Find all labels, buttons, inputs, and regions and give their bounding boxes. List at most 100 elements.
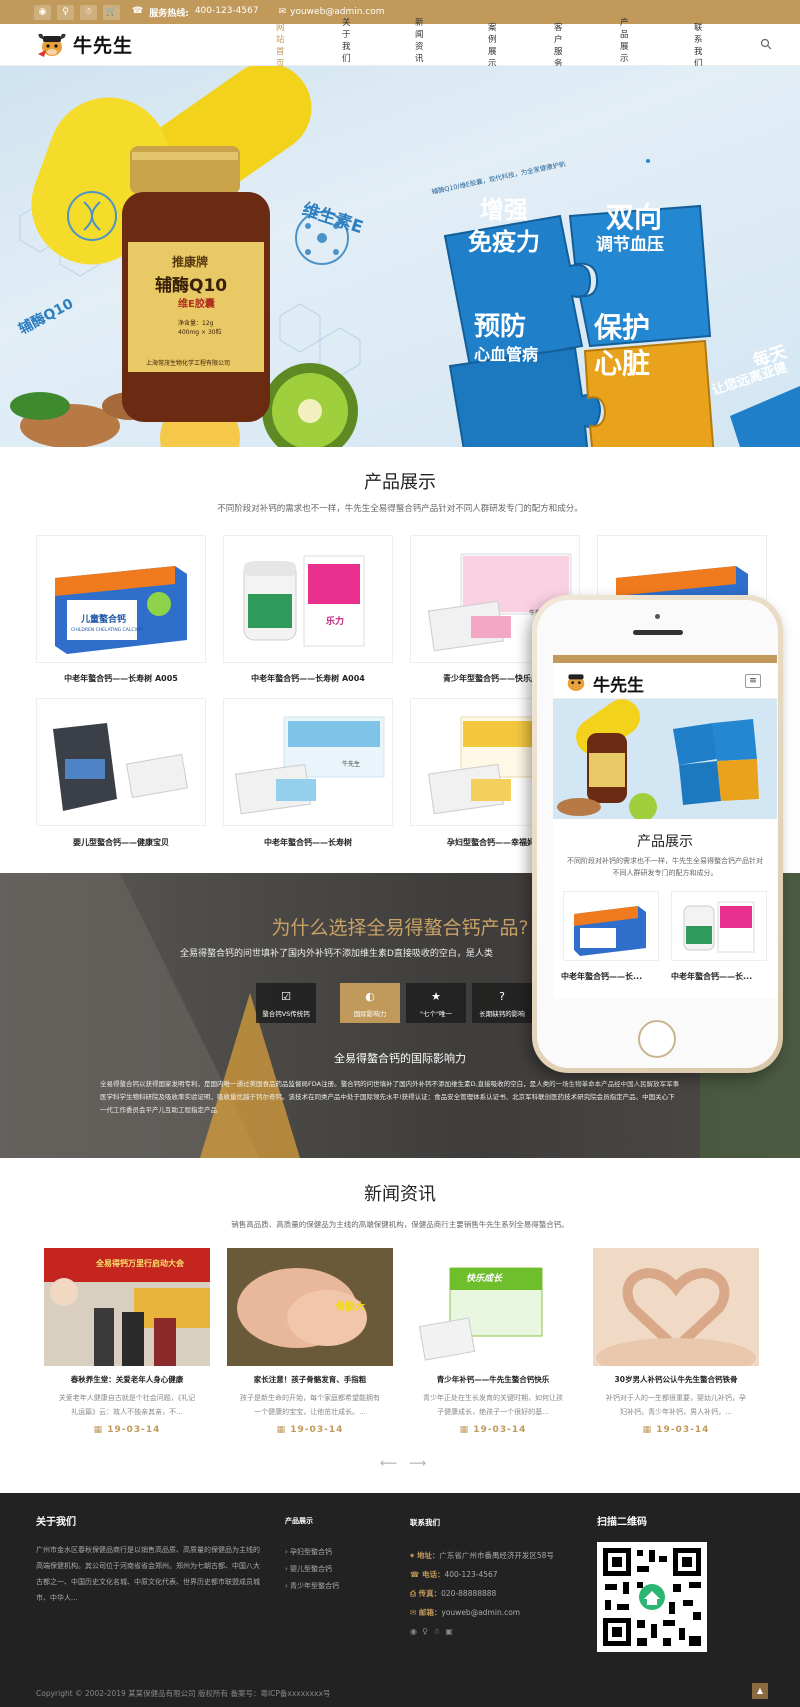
- tab-chelate-vs-traditional[interactable]: ☑ 螯合钙VS传统钙: [256, 983, 316, 1023]
- hero-banner[interactable]: 推康牌 辅酶Q10 维E胶囊 净含量：12g 400mg × 30粒 上海常茂生…: [0, 66, 800, 447]
- topbar-email-text[interactable]: youweb@admin.com: [290, 7, 384, 17]
- contact-value: 广东省广州市番禺经济开发区58号: [439, 1551, 554, 1560]
- puzzle-4a: 保护: [594, 311, 651, 344]
- product-card-5[interactable]: [36, 698, 206, 826]
- footer-about-title: 关于我们: [36, 1517, 76, 1528]
- phone-icon: ☎: [132, 5, 144, 16]
- phone-product-card-1[interactable]: [563, 891, 659, 961]
- news-card-1[interactable]: 全易得钙万里行启动大会 春秋养生堂：关爱老年人身心健康 关爱老年人健康自古就是个…: [44, 1248, 210, 1435]
- banner-art: [10, 66, 800, 447]
- hotline-label: 服务热线:: [149, 8, 189, 19]
- puzzle-1b: 免疫力: [468, 228, 540, 256]
- qq-icon[interactable]: ☃: [80, 4, 97, 20]
- product-name-5[interactable]: 婴儿型螯合钙——健康宝贝: [36, 837, 206, 848]
- search-icon[interactable]: [760, 38, 772, 50]
- phone-screen: 牛先生 ≡ 产品展示 不同阶段对补钙的需求也不一样，牛先生全易得螯合钙产品针对不…: [553, 655, 777, 999]
- phone-product-name-2[interactable]: 中老年螯合钙——长...: [671, 971, 771, 982]
- nav-cases[interactable]: 案例展示: [488, 21, 497, 69]
- nav-contact[interactable]: 联系我们: [694, 21, 703, 69]
- weibo-icon[interactable]: ◉: [34, 4, 51, 20]
- news-image-caption: 快乐成长: [466, 1274, 503, 1284]
- nav-home[interactable]: 网站首页: [276, 21, 285, 69]
- contact-value: 400-123-4567: [444, 1570, 498, 1579]
- news-excerpt-1: 关爱老年人健康自古就是个社会问题，《礼记礼运篇》云：故人不独亲其亲，不...: [58, 1394, 196, 1416]
- products-subtitle: 不同阶段对补钙的需求也不一样，牛先生全易得螯合钙产品针对不同人群研发专门的配方和…: [217, 504, 583, 514]
- bottle-spec: 400mg × 30粒: [178, 329, 222, 336]
- product-name-2[interactable]: 中老年螯合钙——长寿树 A004: [223, 673, 393, 684]
- news-image: [593, 1248, 759, 1366]
- phone-body: 牛先生 ≡ 产品展示 不同阶段对补钙的需求也不一样，牛先生全易得螯合钙产品针对不…: [537, 600, 778, 1068]
- news-date-4: ▦ 19-03-14: [593, 1425, 759, 1435]
- contact-value: 020-88888888: [441, 1589, 497, 1598]
- contact-label: 传真：: [418, 1589, 442, 1598]
- news-excerpt-3: 青少年正处在生长发育的关键时期，如何让孩子健康成长，绝孩子一个很好的基...: [423, 1394, 563, 1416]
- mail-icon: ✉: [278, 7, 287, 17]
- phone-topbar: [553, 655, 777, 663]
- logo[interactable]: 牛先生: [34, 30, 133, 58]
- qq-icon[interactable]: ☃: [433, 1627, 440, 1636]
- pin-icon[interactable]: ♀: [422, 1627, 428, 1636]
- footer-product-link-2[interactable]: › 婴儿型螯合钙: [285, 1561, 339, 1578]
- calendar-icon: ▦: [459, 1425, 474, 1435]
- phone-product-name-1[interactable]: 中老年螯合钙——长...: [561, 971, 661, 982]
- tab-label: 长期缺钙的影响: [479, 1010, 525, 1018]
- product-card-1[interactable]: 儿童螯合钙 CHILDREN CHELATING CALCIUM: [36, 535, 206, 663]
- footer-product-link-1[interactable]: › 孕妇型螯合钙: [285, 1544, 339, 1561]
- phone-camera: [655, 614, 660, 619]
- product-image: [53, 723, 189, 811]
- product-card-2[interactable]: 乐力: [223, 535, 393, 663]
- date-text: 19-03-14: [290, 1425, 344, 1435]
- tab-international-influence[interactable]: ◐ 国际影响力: [340, 983, 400, 1023]
- menu-icon[interactable]: ≡: [745, 674, 761, 688]
- tab-seven-unique[interactable]: ★ "七个"唯一: [406, 983, 466, 1023]
- tab-label: 国际影响力: [353, 1010, 387, 1018]
- footer-fax: ⎙ 传真：020-88888888: [410, 1584, 554, 1603]
- phone-banner[interactable]: [553, 699, 777, 819]
- nav-service[interactable]: 客户服务: [554, 21, 563, 69]
- news-pager-arrows[interactable]: ⟵ ⟶: [380, 1456, 430, 1470]
- box-label: 儿童螯合钙: [81, 615, 127, 625]
- news-card-2[interactable]: 骨骼大 家长注意！孩子骨骼发育、手指粗 孩子是新生命的开始，每个家庭都希望能拥有…: [227, 1248, 393, 1435]
- logo-text: 牛先生: [73, 34, 134, 57]
- product-name-6[interactable]: 中老年螯合钙——长寿树: [223, 837, 393, 848]
- product-card-6[interactable]: 牛先生: [223, 698, 393, 826]
- footer: 关于我们 广州市金水区春秋保健品商行是以销售高品质、高质量的保健品为主线的高端保…: [0, 1493, 800, 1707]
- footer-product-link-3[interactable]: › 青少年型螯合钙: [285, 1578, 339, 1595]
- contact-label: 电话：: [421, 1570, 445, 1579]
- back-to-top-button[interactable]: ▲: [752, 1683, 768, 1699]
- phone-mockup: 牛先生 ≡ 产品展示 不同阶段对补钙的需求也不一样，牛先生全易得螯合钙产品针对不…: [532, 595, 783, 1073]
- header: 牛先生 网站首页 关于我们 ▾ 新闻资讯 ▾ 案例展示 客户服务 产品展示 ▾ …: [0, 18, 800, 74]
- footer-products: 产品展示 › 孕妇型螯合钙 › 婴儿型螯合钙 › 青少年型螯合钙: [285, 1513, 339, 1595]
- news-title-4[interactable]: 30岁男人补钙公认牛先生螯合钙铁骨: [593, 1374, 759, 1385]
- date-text: 19-03-14: [107, 1425, 161, 1435]
- cart-icon[interactable]: ▣: [445, 1627, 453, 1636]
- footer-qr-title: 扫描二维码: [597, 1517, 647, 1528]
- phone-products-subtitle: 不同阶段对补钙的需求也不一样，牛先生全易得螯合钙产品针对不同人群研发专门的配方和…: [567, 857, 763, 877]
- cart-icon[interactable]: 🛒: [103, 4, 120, 20]
- product-image: [235, 716, 385, 815]
- footer-products-title: 产品展示: [285, 1517, 313, 1525]
- news-image-caption: 全易得钙万里行启动大会: [96, 1259, 184, 1268]
- phone-products-title: 产品展示: [637, 834, 693, 850]
- contact-label: 地址：: [416, 1551, 440, 1560]
- news-card-4[interactable]: 30岁男人补钙公认牛先生螯合钙铁骨 补钙对于人的一生都很重要，婴幼儿补钙，孕妇补…: [593, 1248, 759, 1435]
- star-icon: ★: [431, 990, 441, 1003]
- tab-calcium-deficiency[interactable]: ? 长期缺钙的影响: [472, 983, 532, 1023]
- tab-label: "七个"唯一: [420, 1010, 452, 1018]
- news-subtitle: 销售高品质、高质量的保健品为主线的高端保健机构，保健品商行主要销售牛先生系列全易…: [231, 1220, 569, 1229]
- pin-icon[interactable]: ♀: [57, 4, 74, 20]
- puzzle-3a: 预防: [474, 312, 527, 342]
- news-title-3[interactable]: 青少年补钙——牛先生螯合钙快乐: [410, 1374, 576, 1385]
- contact-value[interactable]: youweb@admin.com: [441, 1608, 520, 1617]
- news-date-2: ▦ 19-03-14: [227, 1425, 393, 1435]
- weibo-icon[interactable]: ◉: [410, 1627, 417, 1636]
- news-title-1[interactable]: 春秋养生堂：关爱老年人身心健康: [44, 1374, 210, 1385]
- bull-mascot-icon: [567, 674, 585, 691]
- product-name-1[interactable]: 中老年螯合钙——长寿树 A005: [36, 673, 206, 684]
- phone-speaker: [633, 630, 683, 635]
- phone-product-card-2[interactable]: [671, 891, 767, 961]
- hotline-number: 400-123-4567: [194, 5, 259, 16]
- news-card-3[interactable]: 快乐成长 青少年补钙——牛先生螯合钙快乐 青少年正处在生长发育的关键时期，如何让…: [410, 1248, 576, 1435]
- phone-home-button[interactable]: [638, 1020, 676, 1058]
- news-title-2[interactable]: 家长注意！孩子骨骼发育、手指粗: [227, 1374, 393, 1385]
